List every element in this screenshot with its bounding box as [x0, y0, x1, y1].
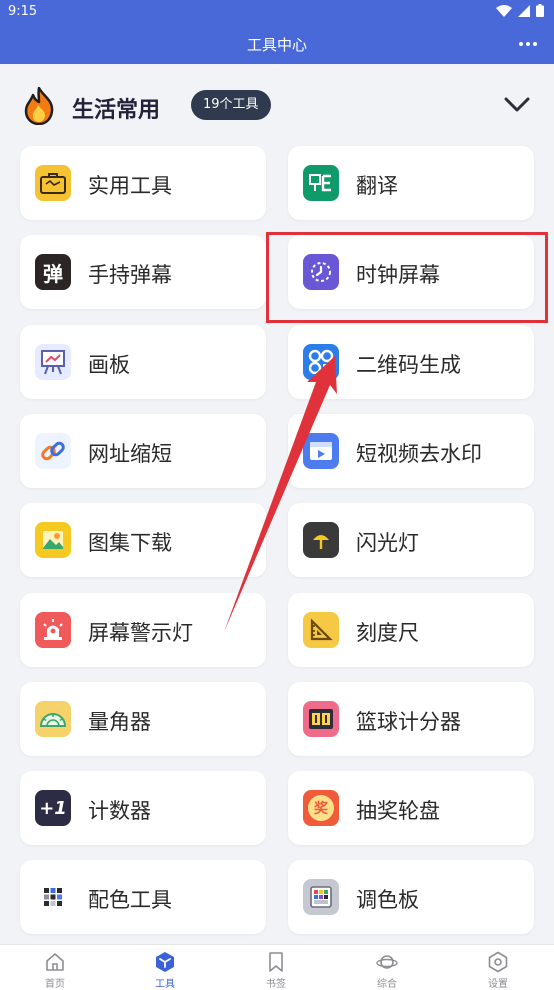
- tool-drawing-board-label: 画板: [88, 353, 130, 377]
- nav-bookmarks-label: 书签: [266, 979, 286, 990]
- counter-icon-glyph: +1: [39, 797, 67, 819]
- bookmark-icon: [269, 952, 283, 972]
- protractor-icon: [35, 701, 71, 737]
- tool-qrcode-label: 二维码生成: [356, 353, 461, 377]
- section-header[interactable]: 生活常用 19个工具: [0, 64, 554, 142]
- tool-drawing-board-card[interactable]: 画板: [20, 325, 266, 399]
- nav-discover-label: 综合: [377, 979, 397, 990]
- tool-qrcode-card[interactable]: 二维码生成: [288, 325, 534, 399]
- more-horizontal-icon: [519, 42, 523, 46]
- tool-lottery-wheel-label: 抽奖轮盘: [356, 799, 440, 823]
- home-icon: [46, 953, 64, 971]
- warning-light-icon: [35, 612, 71, 648]
- tool-handheld-barrage-card[interactable]: 弹 手持弹幕: [20, 235, 266, 309]
- status-time: 9:15: [8, 4, 38, 19]
- tool-color-scheme-label: 配色工具: [88, 888, 172, 912]
- tool-album-download-label: 图集下载: [88, 531, 172, 555]
- barrage-icon-glyph: 弹: [43, 261, 63, 286]
- translate-icon: [303, 165, 339, 201]
- wifi-icon: [496, 4, 512, 17]
- palette-grid-icon: [35, 879, 71, 915]
- scoreboard-icon: [303, 701, 339, 737]
- tools-cube-icon: [156, 952, 174, 972]
- fire-icon: [24, 87, 54, 125]
- planet-icon: [376, 955, 398, 969]
- tool-basketball-scorer-label: 篮球计分器: [356, 710, 461, 734]
- tool-color-palette-label: 调色板: [356, 888, 419, 912]
- tool-screen-warning-label: 屏幕警示灯: [88, 621, 193, 645]
- image-icon: [35, 522, 71, 558]
- tool-basketball-scorer-card[interactable]: 篮球计分器: [288, 682, 534, 756]
- nav-home-label: 首页: [45, 979, 65, 990]
- settings-icon: [488, 951, 508, 973]
- tool-protractor-label: 量角器: [88, 710, 151, 734]
- status-bar: 9:15: [0, 0, 554, 24]
- battery-icon: [536, 4, 544, 17]
- nav-settings-label: 设置: [488, 979, 508, 990]
- tool-translate-card[interactable]: 翻译: [288, 146, 534, 220]
- count-badge: 19个工具: [191, 90, 271, 120]
- tool-counter-card[interactable]: +1 计数器: [20, 771, 266, 845]
- lottery-wheel-icon: 奖: [303, 790, 339, 826]
- tool-screen-warning-card[interactable]: 屏幕警示灯: [20, 593, 266, 667]
- toolbox-icon: [35, 165, 71, 201]
- tool-flashlight-card[interactable]: 闪光灯: [288, 503, 534, 577]
- app-bar: 工具中心: [0, 24, 554, 64]
- video-icon: [303, 433, 339, 469]
- more-button[interactable]: [514, 32, 542, 56]
- ruler-icon: [303, 612, 339, 648]
- barrage-icon: 弹: [35, 254, 71, 290]
- section-title: 生活常用: [72, 98, 161, 123]
- tool-ruler-label: 刻度尺: [356, 621, 419, 645]
- tool-video-watermark-card[interactable]: 短视频去水印: [288, 414, 534, 488]
- counter-icon: +1: [35, 790, 71, 826]
- flashlight-icon: [303, 522, 339, 558]
- easel-icon: [35, 344, 71, 380]
- tool-flashlight-label: 闪光灯: [356, 531, 419, 555]
- tool-list: 生活常用 19个工具 实用工具 翻译弹手持弹幕 时钟屏幕 画板 二维码生成 网址缩短 短视频…: [0, 64, 554, 944]
- tool-practical-label: 实用工具: [88, 174, 172, 198]
- tool-lottery-wheel-card[interactable]: 奖抽奖轮盘: [288, 771, 534, 845]
- lottery-wheel-icon-glyph: 奖: [308, 795, 334, 821]
- tool-color-palette-card[interactable]: 调色板: [288, 860, 534, 934]
- tool-counter-label: 计数器: [88, 799, 151, 823]
- nav-home[interactable]: 首页: [0, 945, 110, 990]
- nav-settings[interactable]: 设置: [443, 945, 553, 990]
- tool-url-shortener-card[interactable]: 网址缩短: [20, 414, 266, 488]
- page-title: 工具中心: [246, 36, 307, 54]
- tool-album-download-card[interactable]: 图集下载: [20, 503, 266, 577]
- status-icons: [496, 4, 544, 17]
- qrcode-icon: [303, 344, 339, 380]
- nav-tools[interactable]: 工具: [110, 945, 220, 990]
- tool-ruler-card[interactable]: 刻度尺: [288, 593, 534, 667]
- link-icon: [35, 433, 71, 469]
- tool-video-watermark-label: 短视频去水印: [356, 442, 482, 466]
- nav-discover[interactable]: 综合: [332, 945, 442, 990]
- nav-bookmarks[interactable]: 书签: [221, 945, 331, 990]
- highlight-box: [266, 232, 548, 323]
- tool-color-scheme-card[interactable]: 配色工具: [20, 860, 266, 934]
- tool-protractor-card[interactable]: 量角器: [20, 682, 266, 756]
- signal-icon: [518, 4, 530, 17]
- chevron-down-icon[interactable]: [502, 92, 532, 116]
- bottom-nav: 首页 工具 书签 综合 设置: [0, 944, 554, 990]
- nav-tools-label: 工具: [155, 979, 175, 990]
- tool-translate-label: 翻译: [356, 174, 398, 198]
- color-palette-icon: [303, 879, 339, 915]
- tool-handheld-barrage-label: 手持弹幕: [88, 263, 172, 287]
- tool-url-shortener-label: 网址缩短: [88, 442, 172, 466]
- tool-practical-card[interactable]: 实用工具: [20, 146, 266, 220]
